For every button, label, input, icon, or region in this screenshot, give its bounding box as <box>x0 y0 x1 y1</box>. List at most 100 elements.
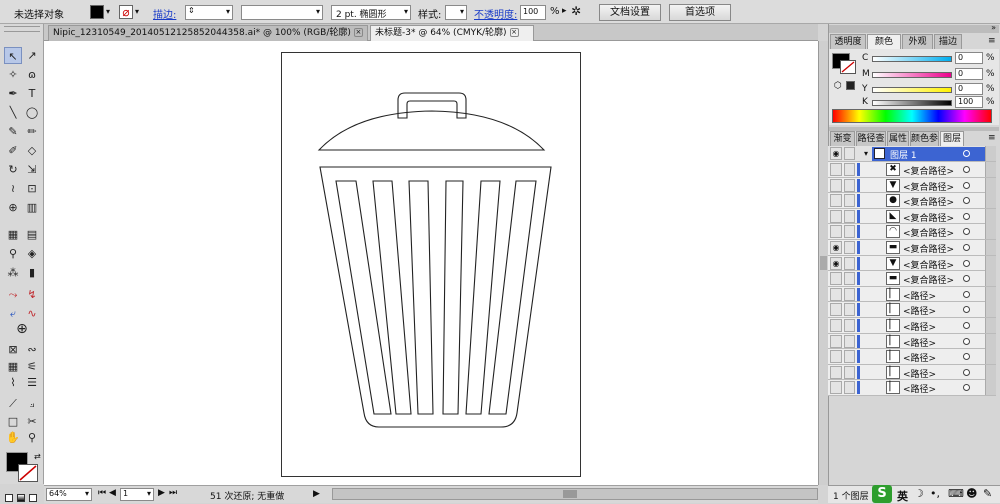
layer-item-label[interactable]: <复合路径> <box>903 164 954 177</box>
layer-item-label[interactable]: <路径> <box>903 351 936 364</box>
chevron-down-icon[interactable]: ▾ <box>147 489 151 498</box>
eye-icon[interactable] <box>830 194 842 208</box>
layer-item-label[interactable]: <路径> <box>903 382 936 395</box>
eye-icon[interactable] <box>830 178 842 192</box>
layer-item-label[interactable]: <复合路径> <box>903 258 954 271</box>
target-circle-icon[interactable] <box>963 166 970 173</box>
layer-item-row[interactable]: ✖ <复合路径> <box>828 162 996 178</box>
channel-k-slider[interactable] <box>872 100 952 106</box>
lock-toggle[interactable] <box>844 334 855 348</box>
layer-selected-bar[interactable]: 图层 1 <box>872 147 985 161</box>
tab-layers[interactable]: 图层 <box>940 131 964 146</box>
lock-toggle[interactable] <box>844 241 855 254</box>
collapse-icon[interactable]: » <box>991 23 996 32</box>
lock-toggle[interactable] <box>844 303 855 317</box>
eye-icon[interactable] <box>830 209 842 223</box>
panel-header-grip[interactable]: » <box>829 23 999 33</box>
tab-transparency[interactable]: 透明度 <box>830 34 866 49</box>
layer-item-label[interactable]: <路径> <box>903 367 936 380</box>
panel-menu-icon[interactable]: ≡ <box>988 36 996 46</box>
eye-icon[interactable]: ◉ <box>830 241 842 254</box>
expand-chevron-icon[interactable]: ▾ <box>864 149 868 158</box>
target-circle-icon[interactable] <box>963 212 970 220</box>
eye-icon[interactable] <box>830 303 842 317</box>
target-circle-icon[interactable] <box>963 322 970 329</box>
layers-scrollbar[interactable] <box>985 271 996 287</box>
layer-item-label[interactable]: <复合路径> <box>903 211 954 224</box>
lock-toggle[interactable] <box>844 256 855 270</box>
layer-item-row[interactable]: ◉ ▼ <复合路径> <box>828 255 996 272</box>
chevron-down-icon[interactable]: ▾ <box>85 489 89 498</box>
eye-icon[interactable] <box>830 381 842 395</box>
layer-item-label[interactable]: <复合路径> <box>903 180 954 193</box>
layers-scrollbar[interactable] <box>985 146 996 161</box>
target-circle-icon[interactable] <box>963 197 970 205</box>
target-circle-icon[interactable] <box>963 337 970 345</box>
layer-item-row[interactable]: ▏ <路径> <box>828 380 996 396</box>
lock-toggle[interactable] <box>844 319 855 332</box>
eye-icon[interactable] <box>830 350 842 364</box>
layer-item-row[interactable]: ▬ <复合路径> <box>828 271 996 287</box>
lock-toggle[interactable] <box>844 225 855 239</box>
layer-item-row[interactable]: ◉ ▬ <复合路径> <box>828 240 996 256</box>
layer-item-row[interactable]: ▏ <路径> <box>828 318 996 334</box>
layers-scrollbar[interactable] <box>985 240 996 255</box>
keyboard-icon[interactable]: ⌨ <box>948 487 964 500</box>
layers-scrollbar[interactable] <box>985 193 996 209</box>
eye-icon[interactable] <box>830 163 842 176</box>
layer-item-row[interactable]: ▏ <路径> <box>828 349 996 365</box>
layer-item-row[interactable]: ▏ <路径> <box>828 364 996 381</box>
lock-toggle[interactable] <box>844 194 855 208</box>
tab-gradient[interactable]: 渐变 <box>830 131 855 146</box>
zoom-select[interactable]: 64% ▾ <box>46 488 92 501</box>
layer-item-label[interactable]: <复合路径> <box>903 226 954 239</box>
eye-icon[interactable] <box>830 334 842 348</box>
layer-item-row[interactable]: ▏ <路径> <box>828 286 996 303</box>
scroll-thumb[interactable] <box>820 256 827 270</box>
scroll-thumb[interactable] <box>563 490 577 498</box>
eye-icon[interactable] <box>830 365 842 379</box>
layers-scrollbar[interactable] <box>985 318 996 333</box>
lock-toggle[interactable] <box>844 365 855 379</box>
target-circle-icon[interactable] <box>963 368 970 376</box>
moon-icon[interactable]: ☽ <box>914 487 924 500</box>
target-circle-icon[interactable] <box>963 259 970 267</box>
trash-can-artwork[interactable] <box>0 0 818 485</box>
lock-toggle[interactable] <box>844 163 855 176</box>
color-stroke-swatch[interactable] <box>840 60 856 74</box>
color-mode-icon[interactable] <box>5 494 13 502</box>
prev-page-icon[interactable]: ◀ <box>109 488 116 498</box>
layers-scrollbar[interactable] <box>985 286 996 302</box>
out-of-gamut-icon[interactable]: ⬡ <box>834 81 842 91</box>
channel-c-slider[interactable] <box>872 56 952 62</box>
user-icon[interactable]: ☻ <box>966 487 977 500</box>
layers-scrollbar[interactable] <box>985 255 996 271</box>
channel-y-slider[interactable] <box>872 87 952 93</box>
last-page-icon[interactable]: ⏭ <box>169 488 177 498</box>
layer-item-label[interactable]: <复合路径> <box>903 195 954 208</box>
gradient-mode-icon[interactable] <box>17 494 25 502</box>
tab-attributes[interactable]: 属性 <box>887 131 909 146</box>
layer-item-label[interactable]: <复合路径> <box>903 242 954 255</box>
layer-item-row[interactable]: ▏ <路径> <box>828 333 996 350</box>
target-circle-icon[interactable] <box>963 228 970 236</box>
layer-item-label[interactable]: <路径> <box>903 304 936 317</box>
channel-m-input[interactable]: 0 <box>955 68 983 80</box>
layer-item-label[interactable]: <路径> <box>903 336 936 349</box>
lock-toggle[interactable] <box>844 272 855 286</box>
layers-scrollbar[interactable] <box>985 177 996 193</box>
layers-scrollbar[interactable] <box>985 380 996 396</box>
target-circle-icon[interactable] <box>963 290 970 298</box>
channel-y-input[interactable]: 0 <box>955 83 983 95</box>
lock-toggle[interactable] <box>844 209 855 223</box>
layer-item-label[interactable]: <复合路径> <box>903 273 954 286</box>
layers-scrollbar[interactable] <box>985 302 996 318</box>
tab-pathfinder[interactable]: 路径查 <box>856 131 886 146</box>
lock-toggle[interactable] <box>844 178 855 192</box>
layer-item-label[interactable]: <路径> <box>903 320 936 333</box>
channel-k-input[interactable]: 100 <box>955 96 983 108</box>
layer-row-top[interactable]: ◉ ▾ 图层 1 <box>828 146 996 162</box>
none-mode-icon[interactable] <box>29 494 37 502</box>
layer-item-row[interactable]: ◠ <复合路径> <box>828 224 996 240</box>
layer-item-row[interactable]: ● <复合路径> <box>828 193 996 209</box>
